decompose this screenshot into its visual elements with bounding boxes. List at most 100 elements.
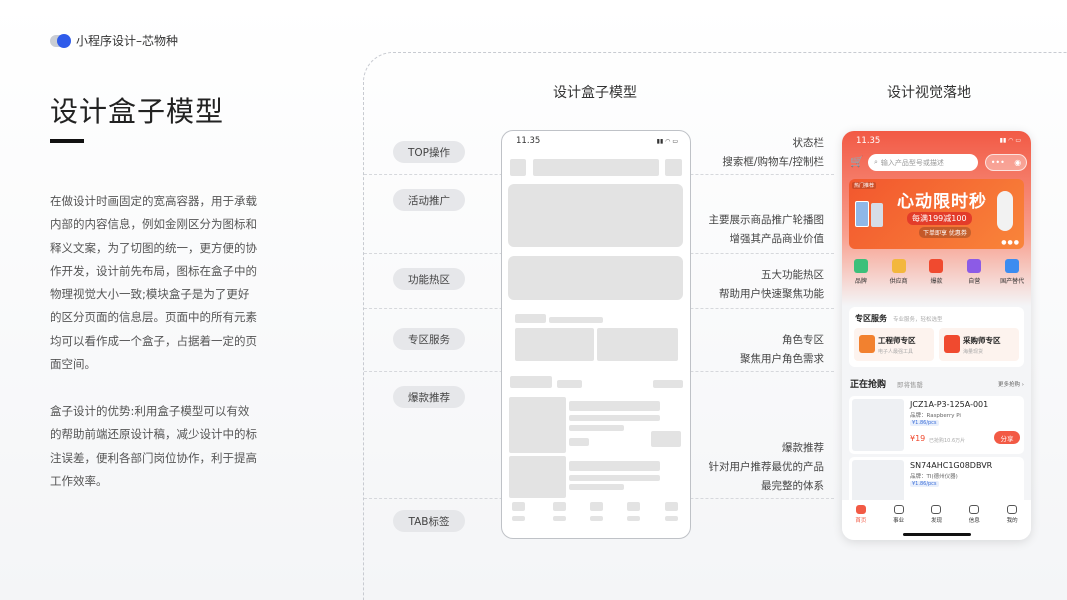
zone-title: 专区服务 [855, 314, 887, 323]
fire-icon [929, 259, 944, 273]
brand-icon [853, 259, 868, 273]
wf-tab-icon [665, 502, 678, 511]
pill-promo: 活动推广 [393, 189, 465, 211]
message-icon [969, 505, 980, 514]
wf-cart-box [510, 159, 526, 176]
wf-zone-card [597, 328, 678, 361]
desc-status: 状态栏 搜索框/购物车/控制栏 [722, 134, 824, 172]
wf-tab-label [665, 516, 678, 521]
user-icon [1007, 505, 1018, 514]
phone-product-icon [855, 201, 869, 227]
wf-product-line [569, 484, 624, 490]
product-price: ¥19 [910, 434, 926, 443]
promo-banner[interactable]: 热门推荐 心动限时秒 每满199减100 下单即享 优惠券 ●●● [849, 179, 1024, 249]
tab-label: 事业 [893, 518, 905, 524]
visual-phone: 11.35 ▮▮ ◠ ▭ 🛒 ⌕ 输入产品型号或描述 ••• ◉ 热门推荐 心动… [842, 131, 1031, 540]
tab-flash-sale[interactable]: 正在抢购 [850, 377, 886, 390]
close-icon[interactable]: ◉ [1014, 158, 1021, 167]
compass-icon [931, 505, 942, 514]
more-link[interactable]: 更多抢购 › [998, 380, 1024, 388]
engineer-icon [859, 335, 875, 353]
wf-zone-sub [549, 317, 603, 323]
zone-card-sub: 海量现货 [963, 349, 984, 355]
banner-tag: 热门推荐 [852, 182, 877, 189]
category-self[interactable]: 自营 [957, 259, 991, 299]
product-card[interactable]: JCZ1A-P3-125A-001 品牌：Raspberry Pi ¥1.86/… [849, 396, 1024, 454]
wf-hot-title [510, 376, 552, 388]
fan-product-icon [997, 191, 1013, 231]
share-button[interactable]: 分享 [994, 431, 1020, 444]
home-indicator [903, 533, 971, 536]
tab-sold-out-soon[interactable]: 即将售罄 [897, 379, 923, 389]
tab-home[interactable]: 首页 [846, 505, 876, 540]
wf-hotzone-box [508, 256, 683, 300]
cart-icon[interactable]: 🛒 [850, 156, 864, 168]
advantage-paragraph: 盒子设计的优势:利用盒子模型可以有效的帮助前端还原设计稿，减少设计中的标注误差，… [50, 404, 257, 488]
bag-icon [967, 259, 982, 273]
zone-card-title: 工程师专区 [878, 336, 916, 345]
wf-zone-card [515, 328, 594, 361]
supplier-icon [891, 259, 906, 273]
desc-line: 增强其产品商业价值 [729, 233, 825, 245]
pill-top: TOP操作 [393, 141, 465, 163]
category-label: 自营 [968, 278, 981, 285]
signal-icon: ▮▮ ◠ ▭ [999, 137, 1021, 144]
product-brand: 品牌：TI(德州仪器) [910, 474, 958, 480]
intro-paragraph: 在做设计时画固定的宽高容器，用于承载内部的内容信息，例如金刚区分为图标和释义文案… [50, 194, 257, 372]
wf-tab-icon [553, 502, 566, 511]
search-placeholder: 输入产品型号或描述 [880, 158, 944, 167]
brand: 小程序设计–芯物种 [50, 32, 178, 49]
search-icon: ⌕ [874, 158, 878, 166]
buyer-zone-card[interactable]: 采购师专区 海量现货 [939, 328, 1019, 361]
wf-product-line [569, 415, 660, 421]
desc-line: 搜索框/购物车/控制栏 [722, 156, 824, 168]
capsule-control[interactable]: ••• ◉ [985, 154, 1027, 171]
banner-button[interactable]: 下单即享 优惠券 [919, 227, 971, 238]
wf-product-img [509, 456, 566, 498]
product-name: SN74AHC1G08DBVR [910, 461, 993, 470]
title-underline [50, 139, 84, 143]
category-label: 国产替代 [1000, 278, 1025, 285]
wireframe-title: 设计盒子模型 [553, 85, 637, 101]
wireframe-phone: 11.35 ▮▮ ◠ ▭ [501, 130, 691, 539]
tab-mine[interactable]: 我的 [997, 505, 1027, 540]
engineer-zone-card[interactable]: 工程师专区 电子人最强工具 [854, 328, 934, 361]
category-hot[interactable]: 爆款 [919, 259, 953, 299]
wf-product-img [509, 397, 566, 453]
status-time: 11.35 [856, 136, 881, 146]
wf-search-box [533, 159, 659, 176]
zone-card-sub: 电子人最强工具 [878, 349, 914, 355]
desc-line: 针对用户推荐最优的产品 [708, 461, 825, 473]
category-supplier[interactable]: 供应商 [882, 259, 916, 299]
carousel-dots: ●●● [1001, 239, 1020, 246]
category-brand[interactable]: 品牌 [844, 259, 878, 299]
toggle-icon [50, 33, 71, 48]
wf-product-line [569, 475, 660, 481]
page-title: 设计盒子模型 [50, 95, 225, 128]
desc-banner: 主要展示商品推广轮播图 增强其产品商业价值 [709, 211, 825, 249]
desc-line: 爆款推荐 [782, 442, 824, 454]
status-time: 11.35 [516, 136, 541, 146]
pill-zone: 专区服务 [393, 328, 465, 350]
tab-label: 首页 [855, 518, 867, 524]
search-input[interactable]: ⌕ 输入产品型号或描述 [868, 154, 978, 171]
pill-hotzone: 功能热区 [393, 268, 465, 290]
desc-zone: 角色专区 聚焦用户角色需求 [740, 331, 824, 369]
wf-product-line [569, 438, 589, 446]
briefcase-icon [893, 505, 904, 514]
wf-tab-label [590, 516, 603, 521]
tab-label: 信息 [968, 518, 980, 524]
product-sold: 已抢购10.6万片 [929, 438, 966, 444]
wf-banner-box [508, 184, 683, 247]
category-domestic[interactable]: 国产替代 [995, 259, 1029, 299]
wf-product-line [569, 401, 660, 411]
wf-tab-label [627, 516, 640, 521]
pill-recommend: 爆款推荐 [393, 386, 465, 408]
wf-tab-icon [590, 502, 603, 511]
category-label: 供应商 [889, 278, 908, 285]
more-icon[interactable]: ••• [991, 158, 1005, 167]
tab-label: 我的 [1006, 518, 1018, 524]
wf-hot-more [653, 380, 683, 388]
desc-line: 五大功能热区 [761, 269, 824, 281]
product-image [852, 399, 904, 451]
